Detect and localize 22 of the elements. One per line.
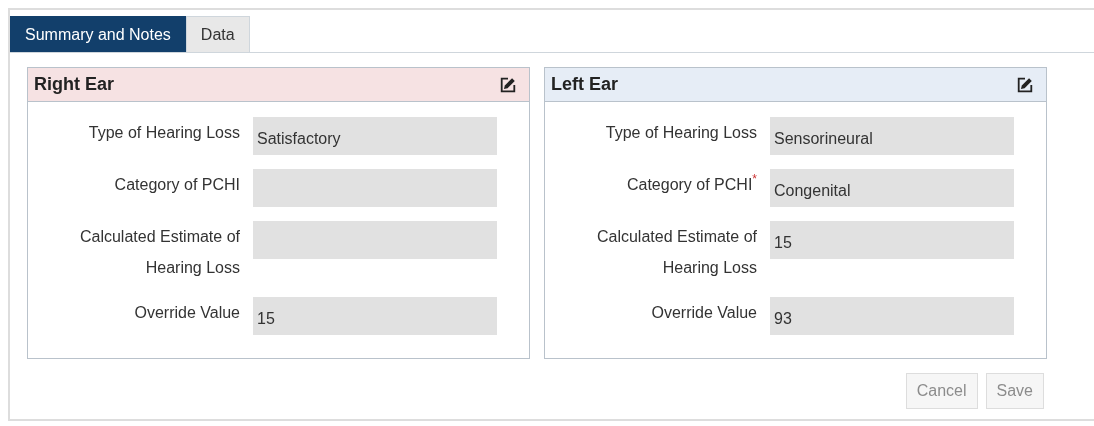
field-label: Type of Hearing Loss — [604, 123, 757, 143]
edit-icon[interactable] — [1016, 75, 1034, 94]
tab[interactable]: Summary and Notes — [10, 16, 186, 52]
input-field[interactable]: 15 — [770, 221, 1014, 259]
field-label: Calculated Estimate of Hearing Loss — [595, 227, 757, 278]
input-field[interactable] — [253, 221, 497, 259]
field-label: Override Value — [650, 303, 757, 323]
input-field[interactable]: 93 — [770, 297, 1014, 335]
input-field[interactable]: Satisfactory — [253, 117, 497, 155]
panel-title: Right Ear — [34, 74, 114, 95]
input-field[interactable]: Congenital — [770, 169, 1014, 207]
field-label: Category of PCHI — [113, 175, 240, 195]
field-label: Calculated Estimate of Hearing Loss — [78, 227, 240, 278]
panel-title: Left Ear — [551, 74, 619, 95]
field-label: Override Value — [133, 303, 240, 323]
input-field[interactable] — [253, 169, 497, 207]
tab[interactable]: Data — [185, 16, 250, 52]
edit-icon[interactable] — [499, 75, 517, 94]
field-label: Category of PCHI* — [625, 171, 757, 195]
field-label: Type of Hearing Loss — [87, 123, 240, 143]
input-field[interactable]: Sensorineural — [770, 117, 1014, 155]
input-field[interactable]: 15 — [253, 297, 497, 335]
